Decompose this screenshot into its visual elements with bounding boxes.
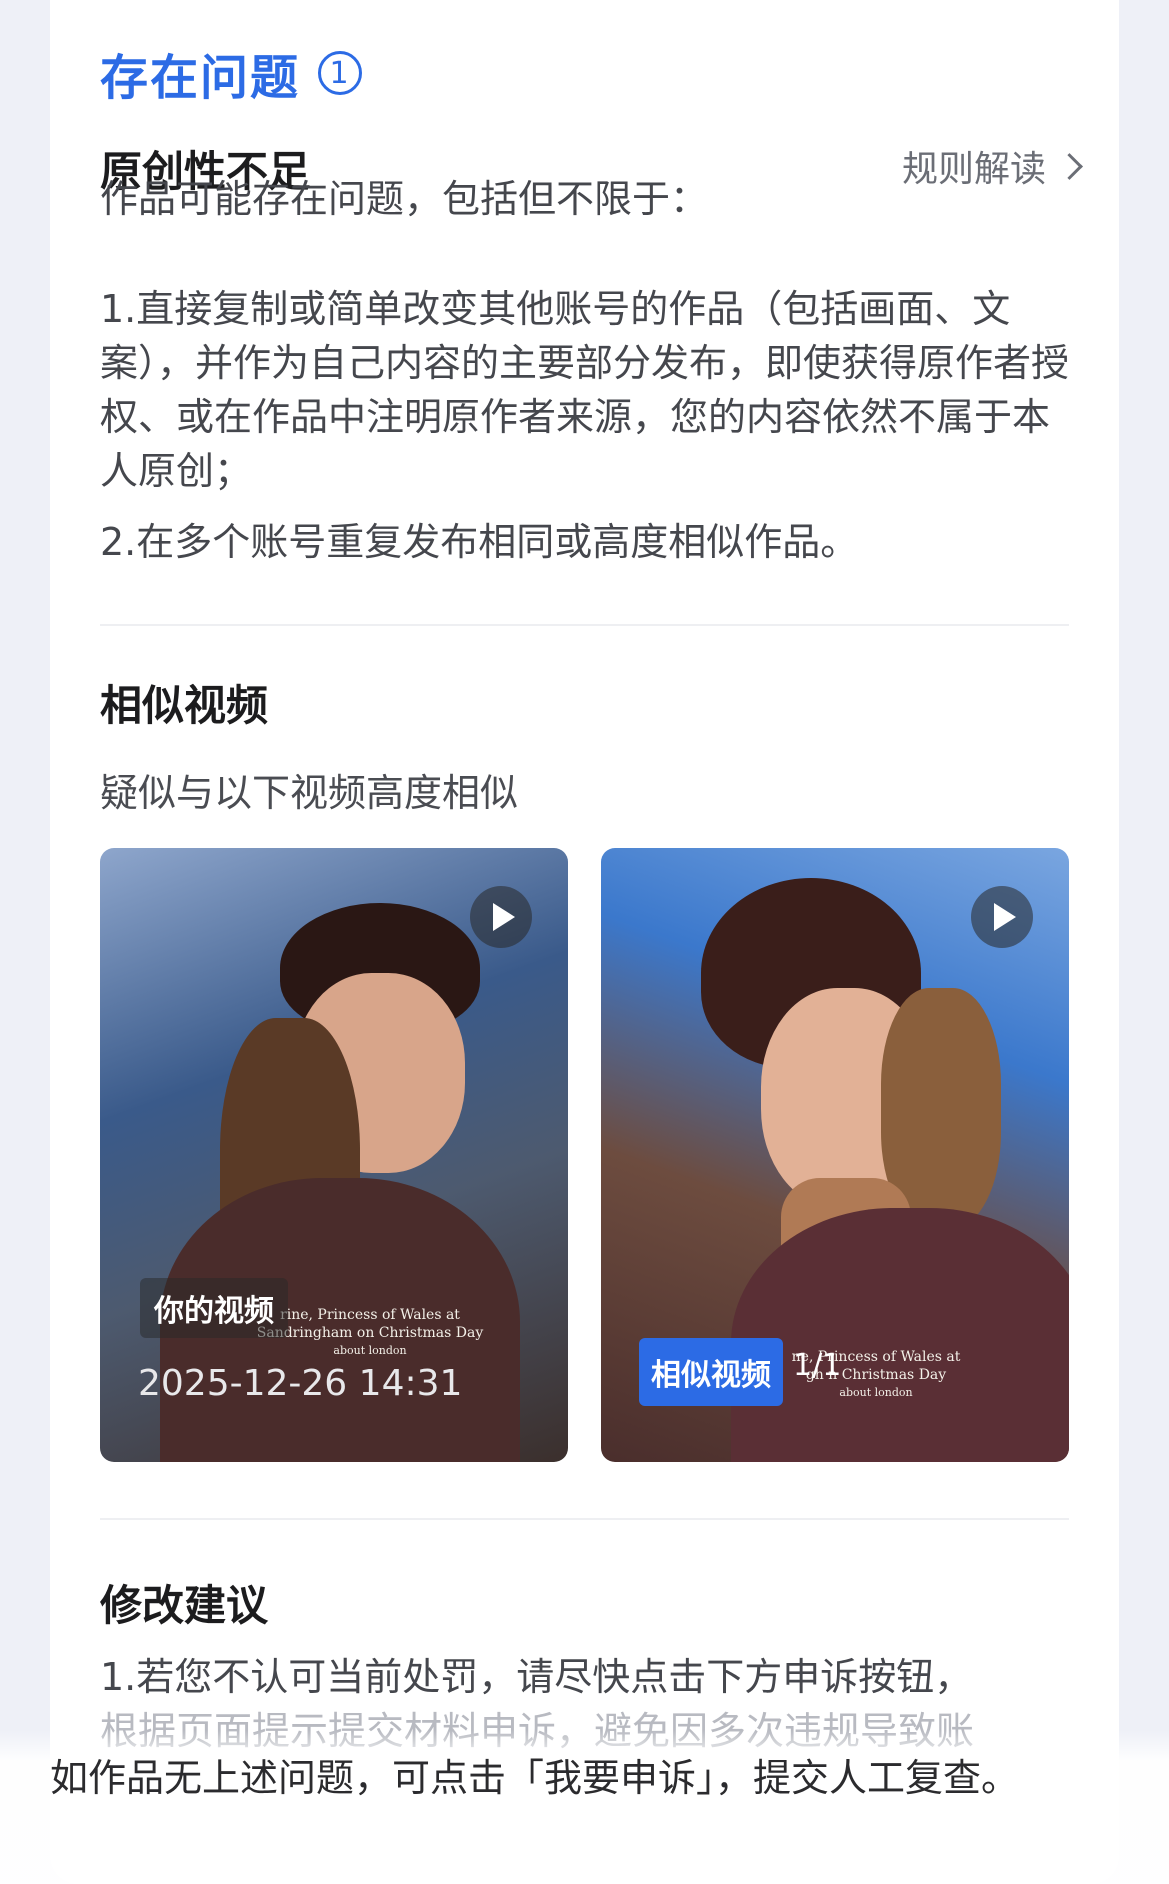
caption-line: about london (839, 1386, 913, 1399)
divider (100, 624, 1069, 626)
divider (100, 1518, 1069, 1520)
similar-video-thumbnail[interactable]: ne, Princess of Wales at gh n Christmas … (601, 848, 1069, 1462)
issue-card: 存在问题 1 原创性不足 规则解读 作品可能存在问题，包括但不限于： 1.直接复… (50, 0, 1119, 1884)
play-icon (994, 903, 1016, 931)
coat-shape (731, 1208, 1069, 1462)
play-icon (493, 903, 515, 931)
similar-videos-title: 相似视频 (100, 681, 269, 730)
your-video-thumbnail[interactable]: rine, Princess of Wales at Sandringham o… (100, 848, 568, 1462)
issue-point-2: 2.在多个账号重复发布相同或高度相似作品。 (100, 520, 859, 564)
play-button[interactable] (470, 886, 532, 948)
suggestion-title: 修改建议 (100, 1581, 269, 1630)
issue-point-1: 1.直接复制或简单改变其他账号的作品（包括画面、文案），并作为自己内容的主要部分… (100, 287, 1070, 493)
similar-video-tag: 相似视频 (639, 1338, 783, 1406)
video-counter: 1/1 (793, 1348, 842, 1383)
similar-videos-subtitle: 疑似与以下视频高度相似 (100, 771, 519, 815)
caption-line: about london (333, 1344, 407, 1357)
issues-section-title: 存在问题 1 (100, 38, 363, 108)
overlay-text: 如作品无上述问题，可点击「我要申诉」，提交人工复查。 (50, 1756, 1020, 1800)
video-date: 2025-12-26 14:31 (138, 1363, 463, 1404)
issue-intro: 作品可能存在问题，包括但不限于： (100, 177, 709, 221)
play-button[interactable] (971, 886, 1033, 948)
your-video-tag: 你的视频 (140, 1278, 288, 1338)
issues-title: 存在问题 (100, 50, 301, 106)
suggestion-line-1: 1.若您不认可当前处罚，请尽快点击下方申诉按钮， (100, 1655, 973, 1699)
issue-count-badge: 1 (318, 51, 363, 95)
